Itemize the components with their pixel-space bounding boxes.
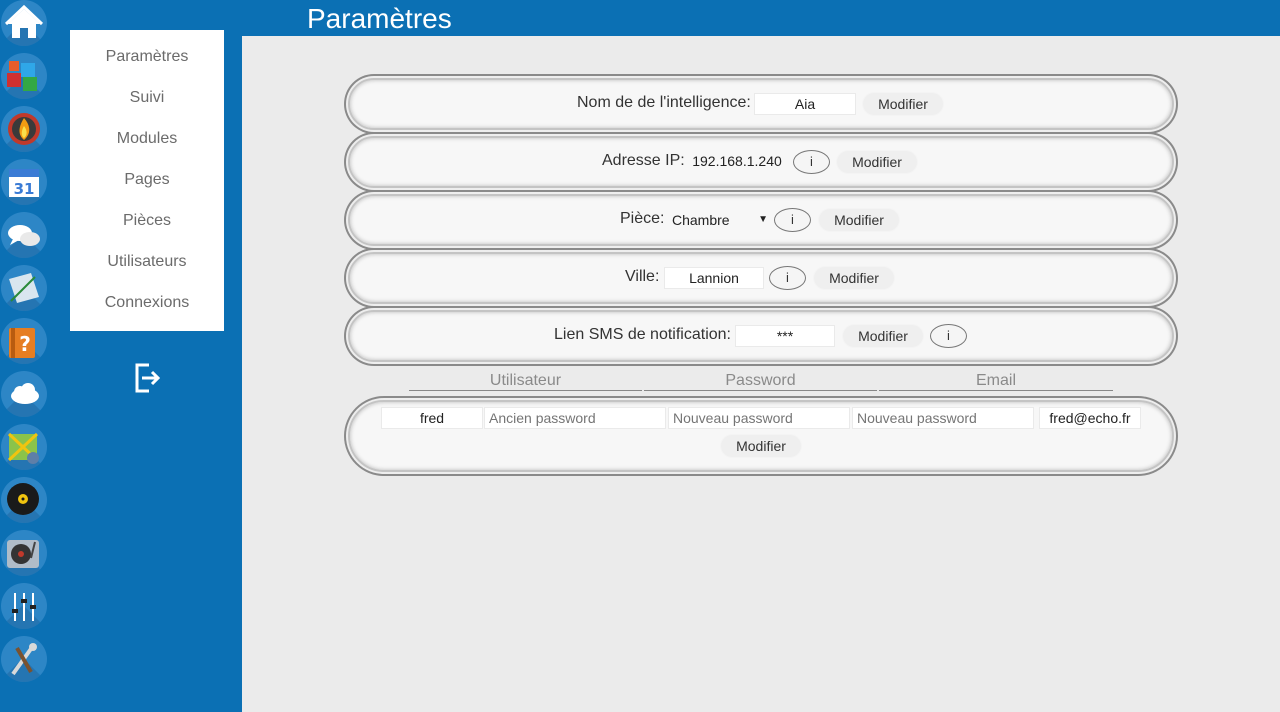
menu-item-pages[interactable]: Pages bbox=[70, 171, 224, 189]
menu-item-modules[interactable]: Modules bbox=[70, 130, 224, 148]
modify-city-button[interactable]: Modifier bbox=[813, 266, 895, 290]
chat-icon[interactable] bbox=[1, 212, 47, 258]
sms-field[interactable]: *** bbox=[735, 325, 835, 347]
menu-item-parametres[interactable]: Paramètres bbox=[70, 48, 224, 66]
calendar-icon[interactable]: 31 bbox=[1, 159, 47, 205]
menu-item-pieces[interactable]: Pièces bbox=[70, 212, 224, 230]
column-header-password: Password bbox=[644, 372, 877, 391]
modify-user-button[interactable]: Modifier bbox=[720, 434, 802, 458]
settings-menu: Paramètres Suivi Modules Pages Pièces Ut… bbox=[70, 30, 224, 331]
ip-field[interactable]: 192.168.1.240 bbox=[687, 151, 787, 173]
cloud-icon[interactable] bbox=[1, 371, 47, 417]
svg-text:?: ? bbox=[19, 332, 31, 356]
new-password-input[interactable] bbox=[668, 407, 850, 429]
room-info-button[interactable]: i bbox=[774, 208, 811, 232]
city-info-button[interactable]: i bbox=[769, 266, 806, 290]
room-label: Pièce: bbox=[620, 210, 665, 227]
modify-sms-button[interactable]: Modifier bbox=[842, 324, 924, 348]
turntable-icon[interactable] bbox=[1, 530, 47, 576]
confirm-password-input[interactable] bbox=[852, 407, 1034, 429]
cubes-icon[interactable] bbox=[1, 53, 47, 99]
notepad-icon[interactable] bbox=[1, 265, 47, 311]
old-password-input[interactable] bbox=[484, 407, 666, 429]
modify-name-button[interactable]: Modifier bbox=[862, 92, 944, 116]
vinyl-icon[interactable] bbox=[1, 477, 47, 523]
help-book-icon[interactable]: ? bbox=[1, 318, 47, 364]
ip-label: Adresse IP: bbox=[602, 152, 685, 169]
city-field[interactable]: Lannion bbox=[664, 267, 764, 289]
chevron-down-icon: ▼ bbox=[758, 214, 768, 225]
sms-label: Lien SMS de notification: bbox=[554, 326, 731, 343]
menu-item-connexions[interactable]: Connexions bbox=[70, 294, 224, 312]
logout-icon[interactable] bbox=[133, 362, 161, 394]
app-dock: 31 ? bbox=[0, 0, 50, 712]
svg-text:31: 31 bbox=[14, 180, 35, 198]
room-select-value: Chambre bbox=[672, 212, 730, 228]
column-header-email: Email bbox=[879, 372, 1113, 391]
sliders-icon[interactable] bbox=[1, 583, 47, 629]
fire-icon[interactable] bbox=[1, 106, 47, 152]
menu-item-suivi[interactable]: Suivi bbox=[70, 89, 224, 107]
page-title: Paramètres bbox=[307, 3, 452, 34]
name-label: Nom de de l'intelligence: bbox=[577, 94, 751, 111]
column-header-user: Utilisateur bbox=[409, 372, 642, 391]
room-select[interactable]: Chambre ▼ bbox=[672, 209, 768, 231]
ip-info-button[interactable]: i bbox=[793, 150, 830, 174]
city-label: Ville: bbox=[625, 268, 660, 285]
name-field[interactable]: Aia bbox=[754, 93, 856, 115]
modify-room-button[interactable]: Modifier bbox=[818, 208, 900, 232]
menu-item-utilisateurs[interactable]: Utilisateurs bbox=[70, 253, 224, 271]
tools-icon[interactable] bbox=[1, 636, 47, 682]
modify-ip-button[interactable]: Modifier bbox=[836, 150, 918, 174]
sms-info-button[interactable]: i bbox=[930, 324, 967, 348]
email-field[interactable]: fred@echo.fr bbox=[1039, 407, 1141, 429]
map-icon[interactable] bbox=[1, 424, 47, 470]
username-field[interactable]: fred bbox=[381, 407, 483, 429]
home-icon[interactable] bbox=[1, 0, 47, 46]
